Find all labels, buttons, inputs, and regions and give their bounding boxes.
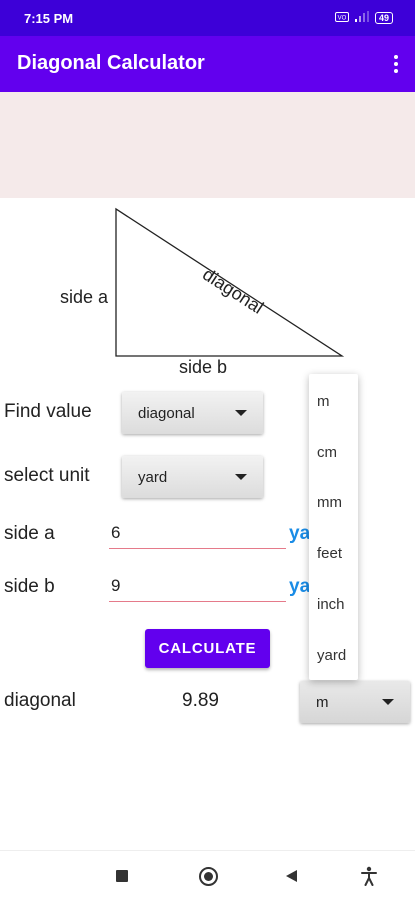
triangle-diagram: side a side b diagonal — [0, 198, 415, 383]
chevron-down-icon — [382, 699, 394, 705]
side-b-unit: ya — [289, 576, 311, 597]
result-unit-selected: m — [316, 694, 329, 711]
home-icon[interactable] — [199, 867, 218, 886]
more-vert-icon[interactable] — [389, 50, 403, 78]
dropdown-option-yard[interactable]: yard — [317, 647, 346, 664]
chevron-down-icon — [235, 474, 247, 480]
recents-icon[interactable] — [116, 870, 128, 882]
dropdown-option-mm[interactable]: mm — [317, 494, 342, 511]
status-bar: 7:15 PM VO 49 — [0, 0, 415, 36]
calculate-button[interactable]: CALCULATE — [145, 629, 270, 668]
result-unit-spinner[interactable]: m — [300, 681, 410, 723]
ad-banner — [0, 92, 415, 198]
dropdown-option-inch[interactable]: inch — [317, 596, 345, 613]
side-a-input[interactable] — [109, 517, 286, 549]
select-unit-selected: yard — [138, 469, 168, 486]
dropdown-option-feet[interactable]: feet — [317, 545, 342, 562]
side-a-unit: ya — [289, 523, 311, 544]
side-a-field-label: side a — [4, 523, 55, 544]
result-label: diagonal — [4, 690, 76, 711]
select-unit-label: select unit — [4, 465, 90, 486]
side-b-field-label: side b — [4, 576, 55, 597]
dropdown-option-cm[interactable]: cm — [317, 444, 337, 461]
side-b-label: side b — [179, 357, 228, 377]
back-icon[interactable] — [286, 870, 297, 882]
status-icons: VO 49 — [334, 11, 393, 25]
accessibility-icon[interactable] — [361, 866, 377, 886]
chevron-down-icon — [235, 410, 247, 416]
vpn-icon: VO — [334, 11, 349, 25]
app-title: Diagonal Calculator — [17, 52, 205, 74]
app-bar: Diagonal Calculator — [0, 36, 415, 92]
side-b-input[interactable] — [109, 570, 286, 602]
select-unit-spinner[interactable]: yard — [122, 456, 263, 498]
find-value-spinner[interactable]: diagonal — [122, 392, 263, 434]
unit-dropdown-popup: m cm mm feet inch yard — [309, 374, 358, 680]
system-nav-bar — [0, 850, 415, 900]
signal-icon — [354, 11, 369, 25]
find-value-label: Find value — [4, 401, 92, 422]
dropdown-option-m[interactable]: m — [317, 393, 330, 410]
battery-icon: 49 — [374, 12, 393, 24]
side-a-label: side a — [60, 287, 109, 307]
result-value: 9.89 — [182, 690, 219, 711]
find-value-selected: diagonal — [138, 405, 195, 422]
svg-text:VO: VO — [338, 15, 347, 21]
status-time: 7:15 PM — [24, 11, 74, 26]
